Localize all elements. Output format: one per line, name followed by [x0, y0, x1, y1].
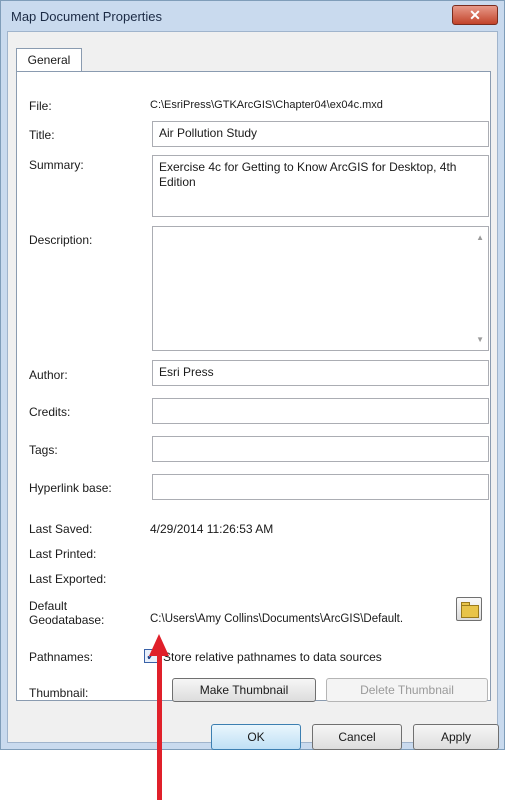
pathnames-label: Pathnames: — [29, 650, 94, 664]
title-bar: Map Document Properties ✕ — [1, 1, 504, 31]
file-path: C:\EsriPress\GTKArcGIS\Chapter04\ex04c.m… — [150, 99, 383, 111]
last-saved-value: 4/29/2014 11:26:53 AM — [150, 522, 274, 536]
credits-field[interactable] — [152, 398, 489, 424]
close-button[interactable]: ✕ — [452, 5, 498, 25]
dialog-client-area: General File: C:\EsriPress\GTKArcGIS\Cha… — [7, 31, 499, 750]
tab-general[interactable]: General — [16, 48, 82, 72]
red-arrow-shaft — [157, 652, 162, 800]
summary-label: Summary: — [29, 158, 84, 172]
window-title: Map Document Properties — [11, 9, 163, 24]
scroll-up-icon[interactable]: ▲ — [476, 233, 484, 242]
browse-geodatabase-button[interactable] — [456, 597, 482, 621]
tags-field[interactable] — [152, 436, 489, 462]
default-gdb-label-line2: Geodatabase: — [29, 613, 105, 627]
close-icon: ✕ — [469, 7, 481, 23]
last-exported-label: Last Exported: — [29, 572, 107, 586]
hyperlink-base-field[interactable] — [152, 474, 489, 500]
title-field[interactable]: Air Pollution Study — [152, 121, 489, 147]
default-gdb-label-line1: Default — [29, 599, 68, 613]
hyperlink-base-label: Hyperlink base: — [29, 481, 112, 495]
delete-thumbnail-button[interactable]: Delete Thumbnail — [326, 678, 488, 702]
thumbnail-label: Thumbnail: — [29, 686, 89, 700]
store-relative-pathnames-label[interactable]: Store relative pathnames to data sources — [163, 650, 382, 664]
author-field[interactable]: Esri Press — [152, 360, 489, 386]
default-gdb-path: C:\Users\Amy Collins\Documents\ArcGIS\De… — [150, 613, 404, 625]
credits-label: Credits: — [29, 405, 71, 419]
scroll-down-icon[interactable]: ▼ — [476, 335, 484, 344]
last-printed-label: Last Printed: — [29, 547, 97, 561]
file-label: File: — [29, 99, 52, 113]
tags-label: Tags: — [29, 443, 58, 457]
title-label: Title: — [29, 128, 55, 142]
make-thumbnail-button[interactable]: Make Thumbnail — [172, 678, 316, 702]
summary-field[interactable]: Exercise 4c for Getting to Know ArcGIS f… — [152, 155, 489, 217]
general-tab-panel: File: C:\EsriPress\GTKArcGIS\Chapter04\e… — [16, 71, 491, 701]
last-saved-label: Last Saved: — [29, 522, 93, 536]
cancel-button[interactable]: Cancel — [312, 724, 402, 750]
ok-button[interactable]: OK — [211, 724, 301, 750]
apply-button[interactable]: Apply — [413, 724, 499, 750]
folder-browse-icon — [461, 605, 479, 618]
description-label: Description: — [29, 233, 93, 247]
description-field[interactable]: ▲ ▼ — [152, 226, 489, 351]
author-label: Author: — [29, 368, 68, 382]
map-document-properties-dialog: Map Document Properties ✕ General File: … — [0, 0, 505, 750]
